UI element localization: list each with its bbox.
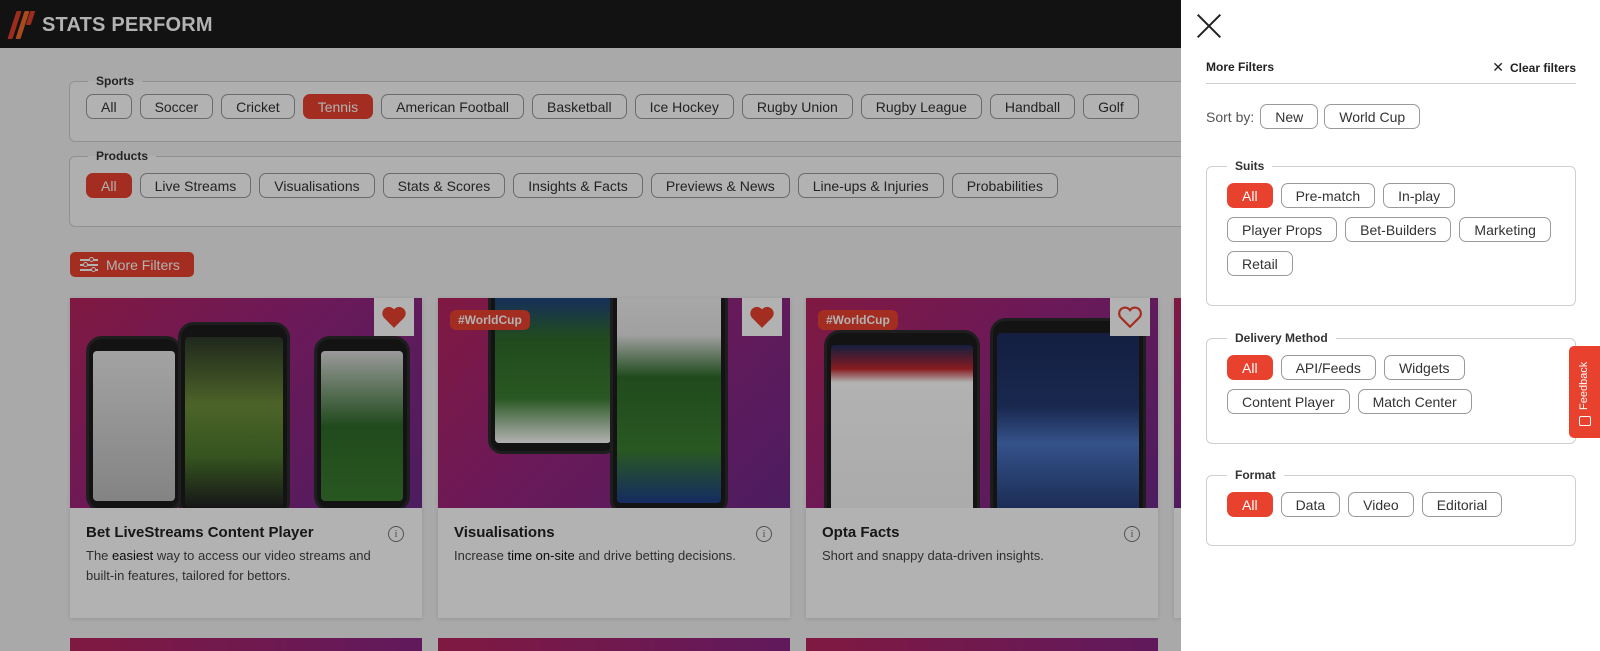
clear-filters-button[interactable]: ✕ Clear filters [1492, 59, 1576, 76]
feedback-tab[interactable]: Feedback [1569, 346, 1600, 438]
format-pill-editorial[interactable]: Editorial [1421, 492, 1503, 517]
delivery-pill-match-center[interactable]: Match Center [1357, 389, 1472, 414]
suit-pill-marketing[interactable]: Marketing [1459, 217, 1551, 242]
more-filters-drawer: More Filters ✕ Clear filters Sort by: Ne… [1181, 0, 1600, 651]
suits-legend: Suits [1235, 159, 1265, 173]
suit-pill-in-play[interactable]: In-play [1383, 183, 1456, 208]
suit-pill-pre-match[interactable]: Pre-match [1280, 183, 1376, 208]
format-pill-video[interactable]: Video [1348, 492, 1414, 517]
sort-row: Sort by: New World Cup [1206, 104, 1421, 129]
delivery-pill-content-player[interactable]: Content Player [1227, 389, 1350, 414]
suit-pill-bet-builders[interactable]: Bet-Builders [1345, 217, 1452, 242]
close-icon[interactable] [1195, 12, 1223, 40]
delivery-pill-all[interactable]: All [1227, 355, 1273, 380]
suits-filter-group: Suits All Pre-match In-play Player Props Bet… [1206, 159, 1576, 306]
delivery-method-legend: Delivery Method [1235, 331, 1328, 345]
format-pill-all[interactable]: All [1227, 492, 1273, 517]
drawer-title: More Filters [1206, 60, 1275, 74]
suits-pill-row: All Pre-match In-play Player Props Bet-Build… [1207, 173, 1575, 276]
sort-option-new[interactable]: New [1260, 104, 1319, 129]
close-icon: ✕ [1492, 59, 1504, 75]
delivery-pill-row: All API/Feeds Widgets Content Player Match C… [1207, 345, 1575, 414]
delivery-pill-widgets[interactable]: Widgets [1383, 355, 1465, 380]
sort-option-world-cup[interactable]: World Cup [1324, 104, 1421, 129]
suit-pill-player-props[interactable]: Player Props [1227, 217, 1338, 242]
format-pill-row: All Data Video Editorial [1207, 482, 1575, 517]
suit-pill-retail[interactable]: Retail [1227, 251, 1293, 276]
format-filter-group: Format All Data Video Editorial [1206, 468, 1576, 546]
clear-filters-label: Clear filters [1509, 60, 1576, 75]
suit-pill-all[interactable]: All [1227, 183, 1273, 208]
drawer-header: More Filters ✕ Clear filters [1206, 58, 1576, 84]
format-legend: Format [1235, 468, 1276, 482]
delivery-method-filter-group: Delivery Method All API/Feeds Widgets Conte… [1206, 331, 1576, 444]
feedback-label: Feedback [1578, 361, 1590, 410]
format-pill-data[interactable]: Data [1280, 492, 1341, 517]
chat-icon [1579, 416, 1591, 426]
sort-label: Sort by: [1206, 108, 1255, 125]
backdrop-overlay[interactable] [0, 0, 1181, 651]
delivery-pill-api-feeds[interactable]: API/Feeds [1280, 355, 1376, 380]
